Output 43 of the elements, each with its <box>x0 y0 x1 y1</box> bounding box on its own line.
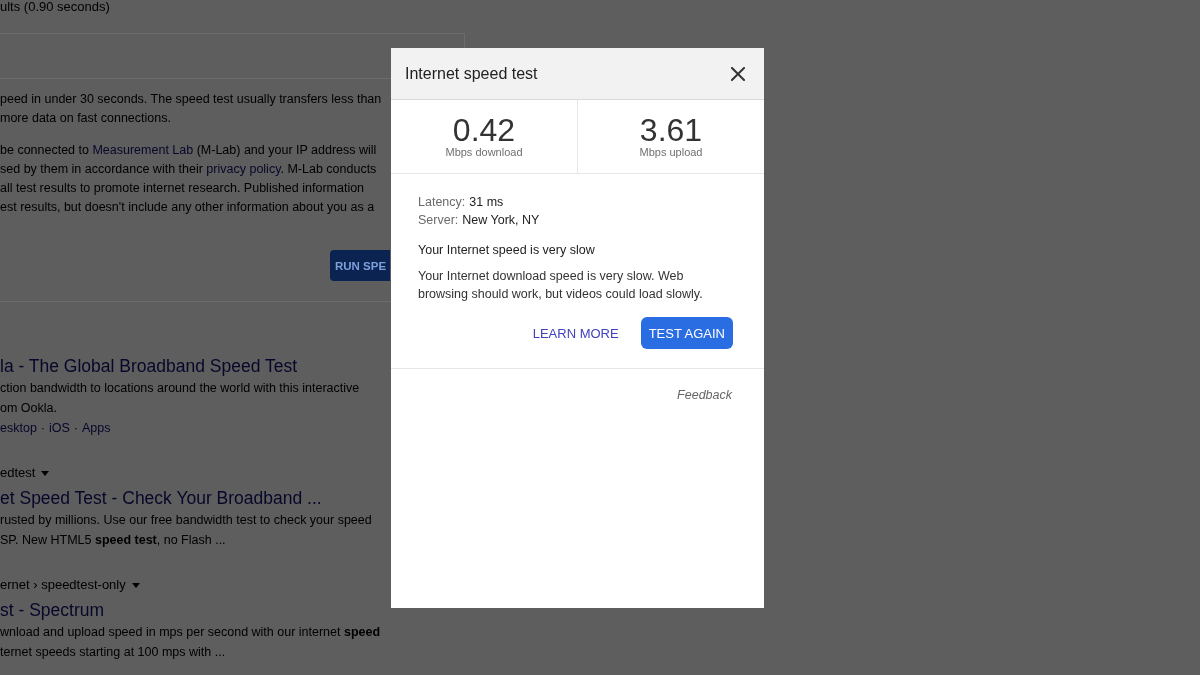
result-snippet: rusted by millions. Use our free bandwidth test to check your speed <box>0 512 372 529</box>
speed-label: Mbps upload <box>639 146 703 159</box>
verdict-text: Your Internet speed is very slow <box>418 242 595 259</box>
result-snippet: om Ookla. <box>0 400 57 417</box>
description-text: sed by them in accordance with their privacy policy. M-Lab conducts <box>0 161 377 178</box>
description-text: est results, but doesn't include any other information about you as a <box>0 199 375 216</box>
detail-value: New York, NY <box>462 212 540 229</box>
link[interactable]: Measurement Lab <box>92 143 194 157</box>
result-stats: ults (0.90 seconds) <box>0 0 110 14</box>
description-text: more data on fast connections. <box>0 110 171 127</box>
run-speed-test-button[interactable]: RUN SPE <box>330 250 390 281</box>
caret-icon[interactable] <box>131 582 140 588</box>
test-again-button[interactable]: TEST AGAIN <box>640 317 733 349</box>
description-text: peed in under 30 seconds. The speed test usually transfers less than <box>0 91 382 108</box>
close-button[interactable] <box>730 65 746 82</box>
feedback-link[interactable]: Feedback <box>677 386 732 404</box>
dialog-title: Internet speed test <box>405 64 538 83</box>
description-text: be connected to Measurement Lab (M-Lab) and your IP address will <box>0 142 377 159</box>
dot-separator: · <box>73 420 79 437</box>
detail-value: 31 ms <box>469 194 504 211</box>
url-breadcrumb: ernet › speedtest-only <box>0 576 126 594</box>
close-icon <box>731 66 745 81</box>
learn-more-button[interactable]: LEARN MORE <box>532 325 619 341</box>
caret-icon[interactable] <box>41 470 50 476</box>
description-text: all test results to promote internet research. Published information <box>0 180 365 197</box>
speed-value: 0.42 <box>452 114 516 146</box>
speed-value: 3.61 <box>639 114 703 146</box>
sitelink[interactable]: iOS <box>49 418 70 438</box>
result-title-link[interactable]: st - Spectrum <box>0 598 105 622</box>
speed-label: Mbps download <box>445 146 523 159</box>
result-snippet: ction bandwidth to locations around the world with this interactive <box>0 380 360 397</box>
explanation-text: Your Internet download speed is very slow. Web browsing should work, but videos could load slowly. <box>418 268 704 303</box>
result-snippet: ternet speeds starting at 100 mps with ... <box>0 644 226 661</box>
result-snippet: SP. New HTML5 speed test, no Flash ... <box>0 532 226 549</box>
url-breadcrumb: edtest <box>0 464 36 482</box>
detail-label: Latency: <box>418 194 466 211</box>
sitelink[interactable]: esktop <box>0 418 37 438</box>
result-title-link[interactable]: et Speed Test - Check Your Broadband ... <box>0 486 322 510</box>
detail-label: Server: <box>418 212 459 229</box>
sitelink[interactable]: Apps <box>82 418 111 438</box>
result-snippet: wnload and upload speed in mps per second with our internet speed <box>0 624 381 641</box>
result-title-link[interactable]: la - The Global Broadband Speed Test <box>0 354 298 378</box>
dot-separator: · <box>40 420 45 437</box>
